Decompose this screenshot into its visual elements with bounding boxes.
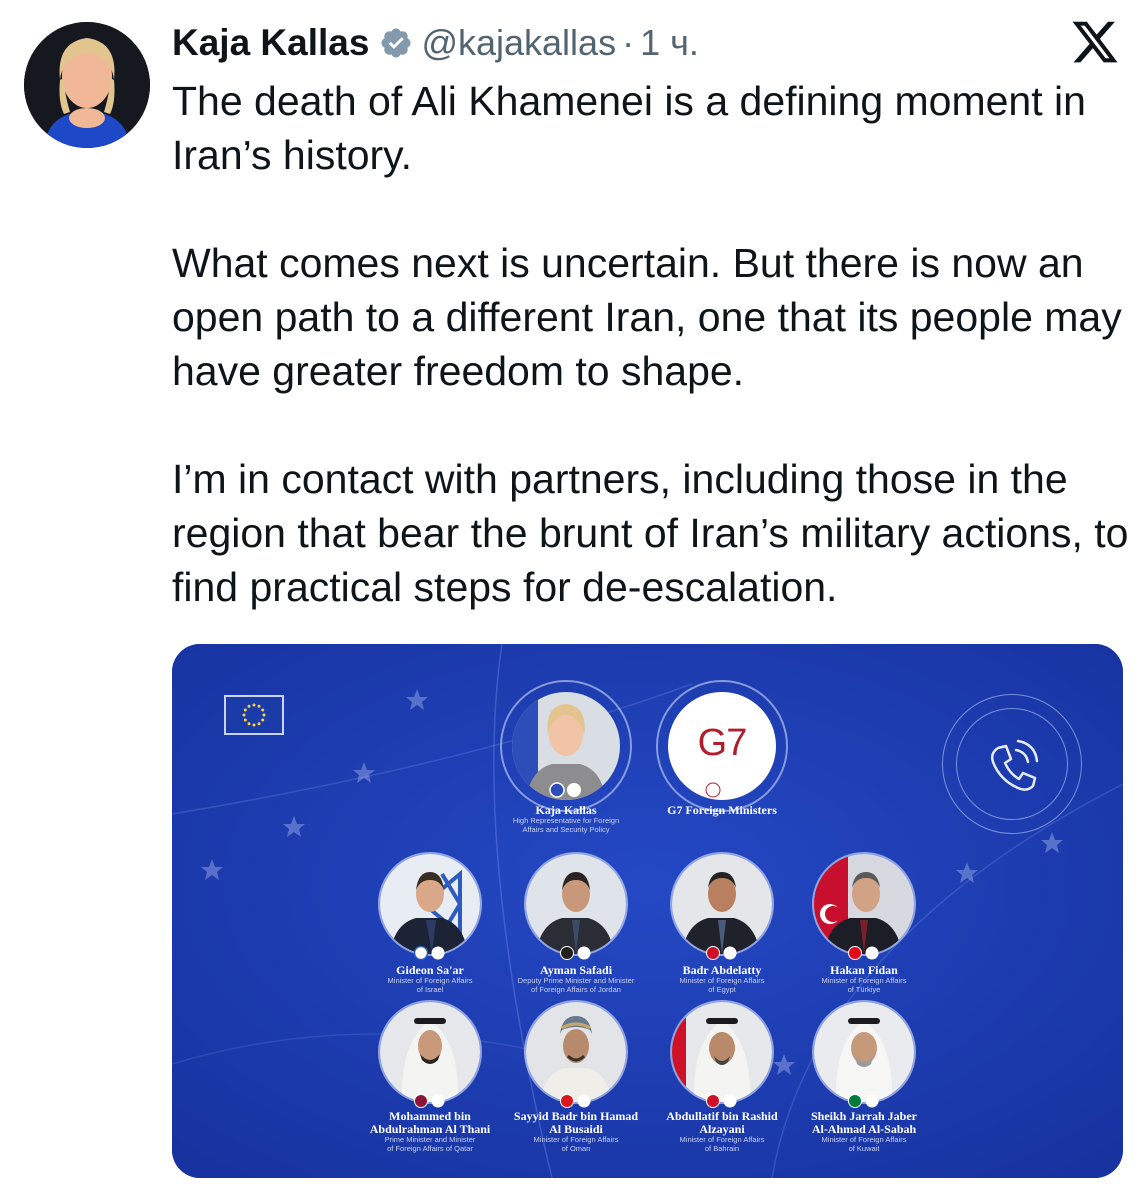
person-gideon-saar: Gideon Sa'ar Minister of Foreign Affairs… [350,964,510,994]
tweet-paragraph-1: The death of Ali Khamenei is a defining … [172,78,1086,178]
person-role: of Foreign Affairs of Qatar [387,1143,473,1153]
person-role: Affairs and Security Policy [522,824,610,834]
phone-call-icon [990,739,1039,791]
person-abdullatif-alzayani: Abdullatif bin Rashid Alzayani Minister … [642,1110,802,1153]
person-jarrah-al-sabah: Sheikh Jarrah Jaber Al-Ahmad Al-Sabah Mi… [784,1110,944,1153]
person-kaja-kallas: Kaja Kallas High Representative for Fore… [476,804,656,834]
person-name: G7 Foreign Ministers [667,803,777,817]
verified-badge-icon [381,28,411,58]
tweet-header: Kaja Kallas @kajakallas · 1 ч. [172,18,699,68]
portrait-abdullatif-alzayani [670,1000,774,1104]
person-role: of Bahrain [704,1143,740,1153]
person-mohammed-al-thani: Mohammed bin Abdulrahman Al Thani Prime … [350,1110,510,1153]
flag-badges-jordan [560,946,591,960]
flag-badges-kallas [549,782,581,798]
person-badr-al-busaidi: Sayyid Badr bin Hamad Al Busaidi Ministe… [496,1110,656,1153]
person-hakan-fidan: Hakan Fidan Minister of Foreign Affairs … [784,964,944,994]
portrait-hakan-fidan [812,852,916,956]
flag-badges-bahrain [706,1094,737,1108]
person-role: of Foreign Affairs of Jordan [531,984,621,994]
person-role: of Türkiye [847,984,881,994]
flag-badges-oman [560,1094,591,1108]
portrait-ayman-safadi [524,852,628,956]
tweet-paragraph-2: What comes next is uncertain. But there … [172,240,1122,394]
x-logo-icon[interactable] [1068,17,1122,67]
flag-badges-g7 [705,782,737,798]
tweet-text: The death of Ali Khamenei is a defining … [172,74,1137,614]
author-avatar[interactable] [24,22,150,148]
author-name[interactable]: Kaja Kallas [172,22,369,64]
person-role: of Oman [561,1143,591,1153]
author-handle[interactable]: @kajakallas [421,22,616,64]
person-badr-abdelatty: Badr Abdelatty Minister of Foreign Affai… [642,964,802,994]
person-role: of Egypt [708,984,736,994]
flag-badges-turkiye [848,946,879,960]
portrait-mohammed-al-thani [378,1000,482,1104]
flag-badges-qatar [414,1094,445,1108]
tweet-media-image[interactable]: Kaja Kallas High Representative for Fore… [172,644,1123,1178]
flag-badges-kuwait [848,1094,879,1108]
portrait-jarrah-al-sabah [812,1000,916,1104]
avatar-photo [24,22,150,148]
portrait-badr-abdelatty [670,852,774,956]
eu-flag-icon [224,695,284,735]
portrait-gideon-saar [378,852,482,956]
flag-badges-egypt [706,946,737,960]
person-ayman-safadi: Ayman Safadi Deputy Prime Minister and M… [496,964,656,994]
person-role: of Israel [416,984,444,994]
header-separator: · [622,22,635,63]
person-g7-foreign-ministers: G7 Foreign Ministers [632,804,812,817]
tweet-paragraph-3: I’m in contact with partners, including … [172,456,1129,610]
flag-badges-israel [413,946,445,960]
portrait-badr-al-busaidi [524,1000,628,1104]
person-role: of Kuwait [848,1143,880,1153]
g7-logo-text: G7 [697,722,748,764]
tweet-timestamp[interactable]: 1 ч. [640,22,699,64]
